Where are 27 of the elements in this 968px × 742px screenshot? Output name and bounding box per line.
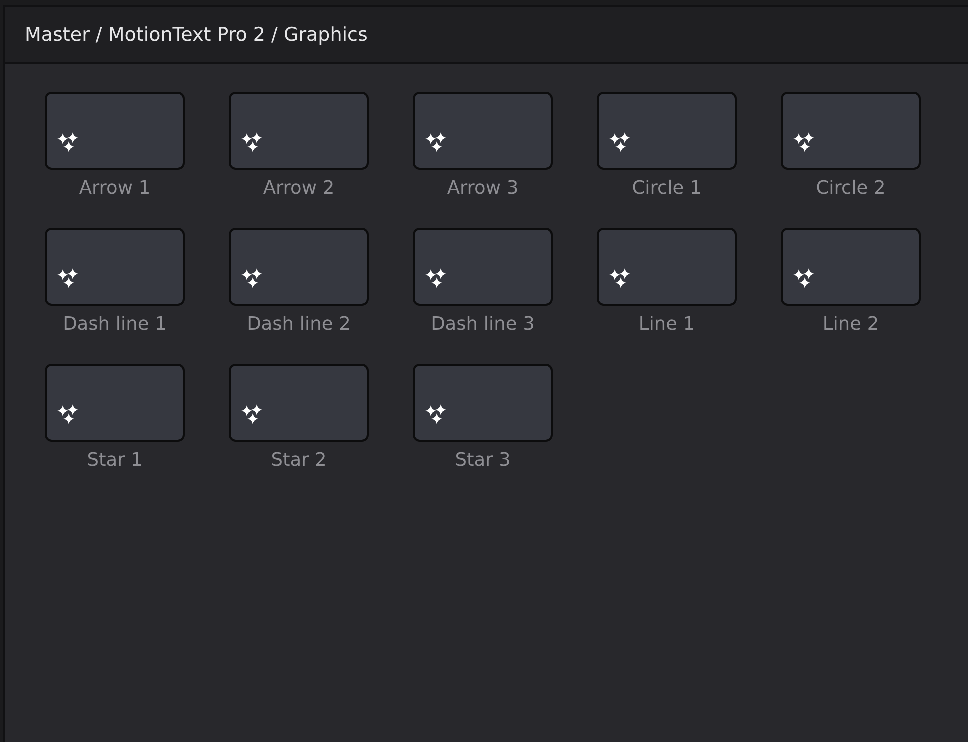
clip-label: Dash line 3	[431, 314, 535, 335]
clip-thumbnail[interactable]	[413, 92, 553, 170]
clip-label: Line 2	[822, 314, 880, 335]
clip-label: Dash line 2	[247, 314, 351, 335]
clip-label: Star 2	[271, 450, 327, 471]
clip-label: Dash line 1	[63, 314, 167, 335]
clip-thumbnail[interactable]	[229, 228, 369, 306]
clip-label: Arrow 3	[447, 178, 519, 199]
clip-label: Line 1	[638, 314, 696, 335]
clip-thumbnail[interactable]	[229, 92, 369, 170]
clip-label: Star 1	[87, 450, 143, 471]
breadcrumb-title: Master / MotionText Pro 2 / Graphics	[25, 24, 368, 46]
clip-label: Circle 2	[816, 178, 886, 199]
clip-thumbnail[interactable]	[45, 92, 185, 170]
clip-thumbnail[interactable]	[413, 364, 553, 442]
clip-thumbnail[interactable]	[45, 228, 185, 306]
clip-thumbnail[interactable]	[781, 228, 921, 306]
clip-thumbnail[interactable]	[597, 228, 737, 306]
clip-thumbnail[interactable]	[413, 228, 553, 306]
clip-thumbnail[interactable]	[781, 92, 921, 170]
clip-thumbnail[interactable]	[45, 364, 185, 442]
clip-thumbnail[interactable]	[229, 364, 369, 442]
clip-label: Arrow 1	[79, 178, 151, 199]
clip-label: Star 3	[455, 450, 511, 471]
clip-thumbnail[interactable]	[597, 92, 737, 170]
clip-label: Arrow 2	[263, 178, 335, 199]
clip-label: Circle 1	[632, 178, 702, 199]
